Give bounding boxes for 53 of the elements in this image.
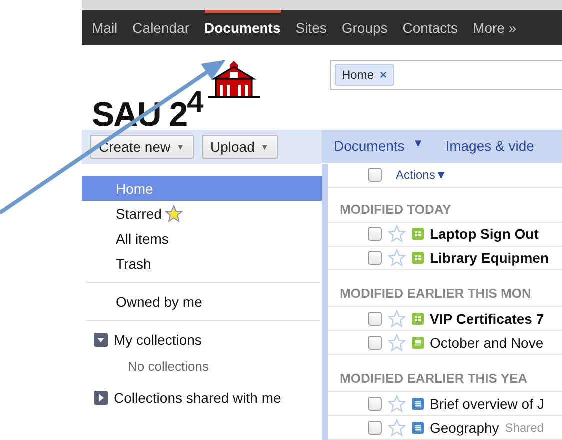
caret-icon: ▼ <box>260 142 269 152</box>
nav-link[interactable]: Sites <box>296 10 327 45</box>
nav-link[interactable]: Calendar <box>132 10 190 45</box>
star-icon[interactable] <box>388 249 406 268</box>
checkbox[interactable] <box>368 420 382 435</box>
checkbox[interactable] <box>368 312 382 326</box>
checkbox[interactable] <box>368 251 382 266</box>
document-link[interactable]: Brief overview of J <box>430 396 544 412</box>
document-link[interactable]: Laptop Sign Out <box>430 226 539 242</box>
section-heading: MODIFIED TODAY <box>328 198 562 223</box>
view-tab[interactable]: Images & vide <box>446 138 534 154</box>
star-icon[interactable] <box>388 394 406 413</box>
close-icon[interactable]: × <box>380 68 388 82</box>
document-icon <box>412 422 424 434</box>
sidebar-item[interactable]: Trash <box>82 251 322 276</box>
view-tab[interactable]: Documents ▼ <box>334 138 424 154</box>
spreadsheet-icon <box>412 228 424 240</box>
star-icon[interactable] <box>388 310 406 328</box>
document-link[interactable]: Library Equipmen <box>430 250 550 266</box>
form-icon <box>412 336 424 349</box>
sidebar-item[interactable]: All items <box>82 226 322 251</box>
nav-link[interactable]: Mail <box>92 10 118 45</box>
document-link[interactable]: VIP Certificates 7 <box>430 310 544 327</box>
sidebar-item[interactable]: Owned by me <box>82 289 322 314</box>
document-link[interactable]: Geography <box>430 420 500 436</box>
search-field[interactable]: Home × <box>330 60 562 90</box>
star-icon[interactable] <box>388 225 406 244</box>
section-heading: MODIFIED EARLIER THIS YEA <box>328 367 562 392</box>
shared-label: Shared <box>505 420 544 435</box>
caret-icon: ▼ <box>176 142 185 152</box>
collection-group[interactable]: Collections shared with me <box>82 385 322 411</box>
checkbox[interactable] <box>368 336 382 350</box>
document-link[interactable]: October and Nove <box>430 334 544 351</box>
caret-icon: ▼ <box>412 138 424 154</box>
collection-group[interactable]: My collections <box>82 327 322 353</box>
document-icon <box>412 398 424 410</box>
upload-button[interactable]: Upload ▼ <box>202 135 278 159</box>
actions-menu[interactable]: Actions▼ <box>396 168 448 182</box>
nav-link[interactable]: Documents <box>204 10 281 45</box>
spreadsheet-icon <box>412 252 424 264</box>
spreadsheet-icon <box>412 312 424 325</box>
nav-link[interactable]: Groups <box>342 10 388 45</box>
sidebar-item[interactable]: Starred <box>82 201 322 226</box>
nav-link[interactable]: More » <box>473 10 517 45</box>
section-heading: MODIFIED EARLIER THIS MON <box>328 282 562 308</box>
checkbox[interactable] <box>368 168 382 182</box>
nav-link[interactable]: Contacts <box>402 10 458 45</box>
search-chip[interactable]: Home × <box>335 64 394 86</box>
star-icon[interactable] <box>388 418 406 437</box>
checkbox[interactable] <box>368 227 382 242</box>
star-icon[interactable] <box>388 334 406 352</box>
empty-text: No collections <box>127 358 210 376</box>
checkbox[interactable] <box>368 396 382 411</box>
